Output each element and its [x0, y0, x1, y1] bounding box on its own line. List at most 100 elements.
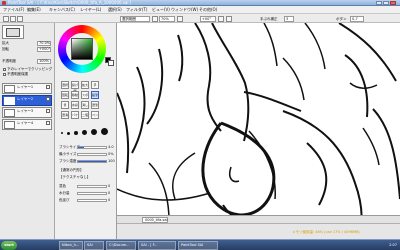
preserve-opacity-check[interactable]: 不透明度保護 [3, 72, 28, 76]
menu-layer[interactable]: レイヤー(L) [80, 7, 101, 13]
layer-opacity-row: 不透明度 100% [2, 59, 52, 64]
other-label: ボタン [336, 17, 347, 21]
preserve-opacity-checkbox[interactable] [3, 72, 6, 76]
drawing-canvas[interactable] [117, 23, 400, 239]
other-select[interactable]: S-7 [350, 16, 364, 22]
menu-bar: ファイル(F) 編集(E) キャンバス(C) レイヤー(L) 選択(S) フィル… [0, 6, 400, 14]
nav-rotate-field[interactable]: +000° [37, 47, 51, 52]
rotate-tool[interactable]: 回転 [61, 91, 69, 99]
watercolor-tool[interactable]: 水彩 [71, 101, 79, 109]
taskbar-item[interactable]: Nikon_h... [59, 241, 83, 250]
taskbar-item[interactable]: SAI - [ F... [138, 241, 176, 250]
color-wheel[interactable] [58, 25, 108, 73]
layer-item[interactable]: レイヤー4 [2, 119, 52, 130]
layer-name: レイヤー1 [17, 85, 34, 89]
invert-selection-icon[interactable] [10, 16, 16, 22]
tool-grid: 選択 投げ縄 拡大 手 回転 移動 スポ 鉛筆 筆 水彩 消し 選筆 選消 バケ… [61, 81, 113, 125]
menu-filter[interactable]: フィルタ(T) [126, 7, 147, 13]
brush-size-dot[interactable] [67, 132, 70, 135]
blending-slider[interactable] [77, 185, 107, 188]
visibility-icon[interactable] [46, 121, 50, 125]
brush-shape-row[interactable]: 【通常の円形】 [59, 168, 115, 173]
brush-size-dot[interactable] [101, 128, 108, 135]
layer-opacity-field[interactable]: 100% [37, 59, 51, 64]
brush-tool[interactable]: 筆 [61, 101, 69, 109]
dilution-slider[interactable] [77, 192, 107, 195]
menu-canvas[interactable]: キャンバス(C) [49, 7, 75, 13]
brush-density-value: 100 [108, 159, 115, 163]
saturation-value-square[interactable] [71, 38, 93, 60]
min-size-slider[interactable] [77, 153, 107, 156]
nav-zoom-field[interactable]: 70.0% [37, 41, 51, 46]
brush-size-dot[interactable] [61, 132, 63, 134]
preserve-opacity-label: 不透明度保護 [7, 72, 28, 76]
navigator-preview[interactable] [2, 25, 24, 39]
brush-size-slider[interactable] [77, 146, 107, 149]
zoom-in-icon[interactable] [177, 16, 183, 22]
maximize-button[interactable] [383, 1, 389, 5]
layer-item[interactable]: レイヤー3 [2, 107, 52, 118]
zoom-out-icon[interactable] [152, 16, 158, 22]
brush-size-dot[interactable] [74, 131, 78, 135]
layer-thumbnail [4, 97, 15, 105]
minimize-button[interactable] [376, 1, 382, 5]
start-button[interactable]: start [1, 241, 17, 250]
deselect-icon[interactable] [3, 16, 9, 22]
stabilizer-select[interactable]: 3 [284, 16, 294, 22]
background-color-swatch[interactable] [108, 60, 114, 66]
stabilizer-label: 手ぶれ補正 [260, 17, 278, 21]
color-swatches [105, 57, 115, 69]
persistence-row: 色延び 0 [59, 198, 115, 203]
select-pen-tool[interactable]: 選筆 [91, 101, 99, 109]
toolbar: 選択範囲 70% +00° 手ぶれ補正 3 ボタン S-7 [0, 14, 400, 23]
brush-density-slider[interactable] [77, 160, 107, 163]
select-tool[interactable]: 選択 [61, 81, 69, 89]
windows-taskbar: start Nikon_h... SAI C:\Docum... SAI - [… [0, 239, 400, 250]
zoom-field[interactable]: 70% [159, 16, 175, 22]
brush-size-dot[interactable] [91, 129, 97, 135]
nav-rotate-row: 回転 +000° [2, 47, 52, 52]
brush-density-fill [78, 161, 106, 162]
menu-edit[interactable]: 編集(E) [27, 7, 41, 13]
lasso-tool[interactable]: 投げ縄 [71, 81, 79, 93]
brush-size-dot[interactable] [82, 130, 87, 135]
pencil-tool[interactable]: 鉛筆 [91, 91, 99, 99]
clipping-check[interactable]: 下のレイヤーでクリッピング [3, 67, 52, 71]
layer-item[interactable]: レイヤー1 [2, 83, 52, 94]
brush-texture-row[interactable]: 【テクスチャなし】 [59, 175, 115, 180]
taskbar-clock: 2:07 [389, 243, 397, 247]
navigator-thumbnail [6, 28, 20, 37]
clipping-checkbox[interactable] [3, 67, 6, 71]
menu-file[interactable]: ファイル(F) [3, 7, 24, 13]
layer-item-selected[interactable]: レイヤー2 [2, 95, 52, 106]
persistence-slider[interactable] [77, 199, 107, 202]
layer-opacity-label: 不透明度 [2, 59, 16, 63]
menu-other[interactable]: その他(O) [199, 7, 217, 13]
eyedropper-tool[interactable]: スポ [81, 91, 89, 99]
move-tool[interactable]: 移動 [71, 91, 79, 99]
color-tool-panel: 選択 投げ縄 拡大 手 回転 移動 スポ 鉛筆 筆 水彩 消し 選筆 選消 バケ… [55, 23, 117, 239]
visibility-icon[interactable] [46, 85, 50, 89]
eraser-tool[interactable]: 消し [81, 101, 89, 109]
show-selection-icon[interactable] [17, 16, 23, 22]
visibility-icon[interactable] [46, 109, 50, 113]
taskbar-item[interactable]: C:\Docum... [106, 241, 136, 250]
menu-view[interactable]: ビュー(V) [152, 7, 170, 13]
hand-tool[interactable]: 手 [91, 81, 99, 89]
flip-icon[interactable] [226, 16, 232, 22]
close-button[interactable] [390, 1, 396, 5]
zoom-tool[interactable]: 拡大 [81, 81, 89, 89]
bucket-tool[interactable]: バケ [71, 111, 79, 119]
taskbar-item[interactable]: SAI [84, 241, 104, 250]
selection-source-select[interactable]: 選択範囲 [120, 16, 150, 22]
menu-select[interactable]: 選択(S) [108, 7, 122, 13]
visibility-icon[interactable] [46, 97, 50, 101]
brush-texture-label: 【テクスチャなし】 [59, 175, 91, 179]
select-eraser-tool[interactable]: 選消 [61, 111, 69, 119]
pen-tool[interactable]: ペン [91, 111, 99, 119]
rotate-reset-icon[interactable] [218, 16, 224, 22]
binary-pen-tool[interactable]: 二値 [81, 111, 89, 119]
taskbar-item-active[interactable]: PaintTool SAI [178, 241, 218, 250]
menu-window[interactable]: ウィンドウ(W) [171, 7, 198, 13]
rotation-field[interactable]: +00° [200, 16, 216, 22]
